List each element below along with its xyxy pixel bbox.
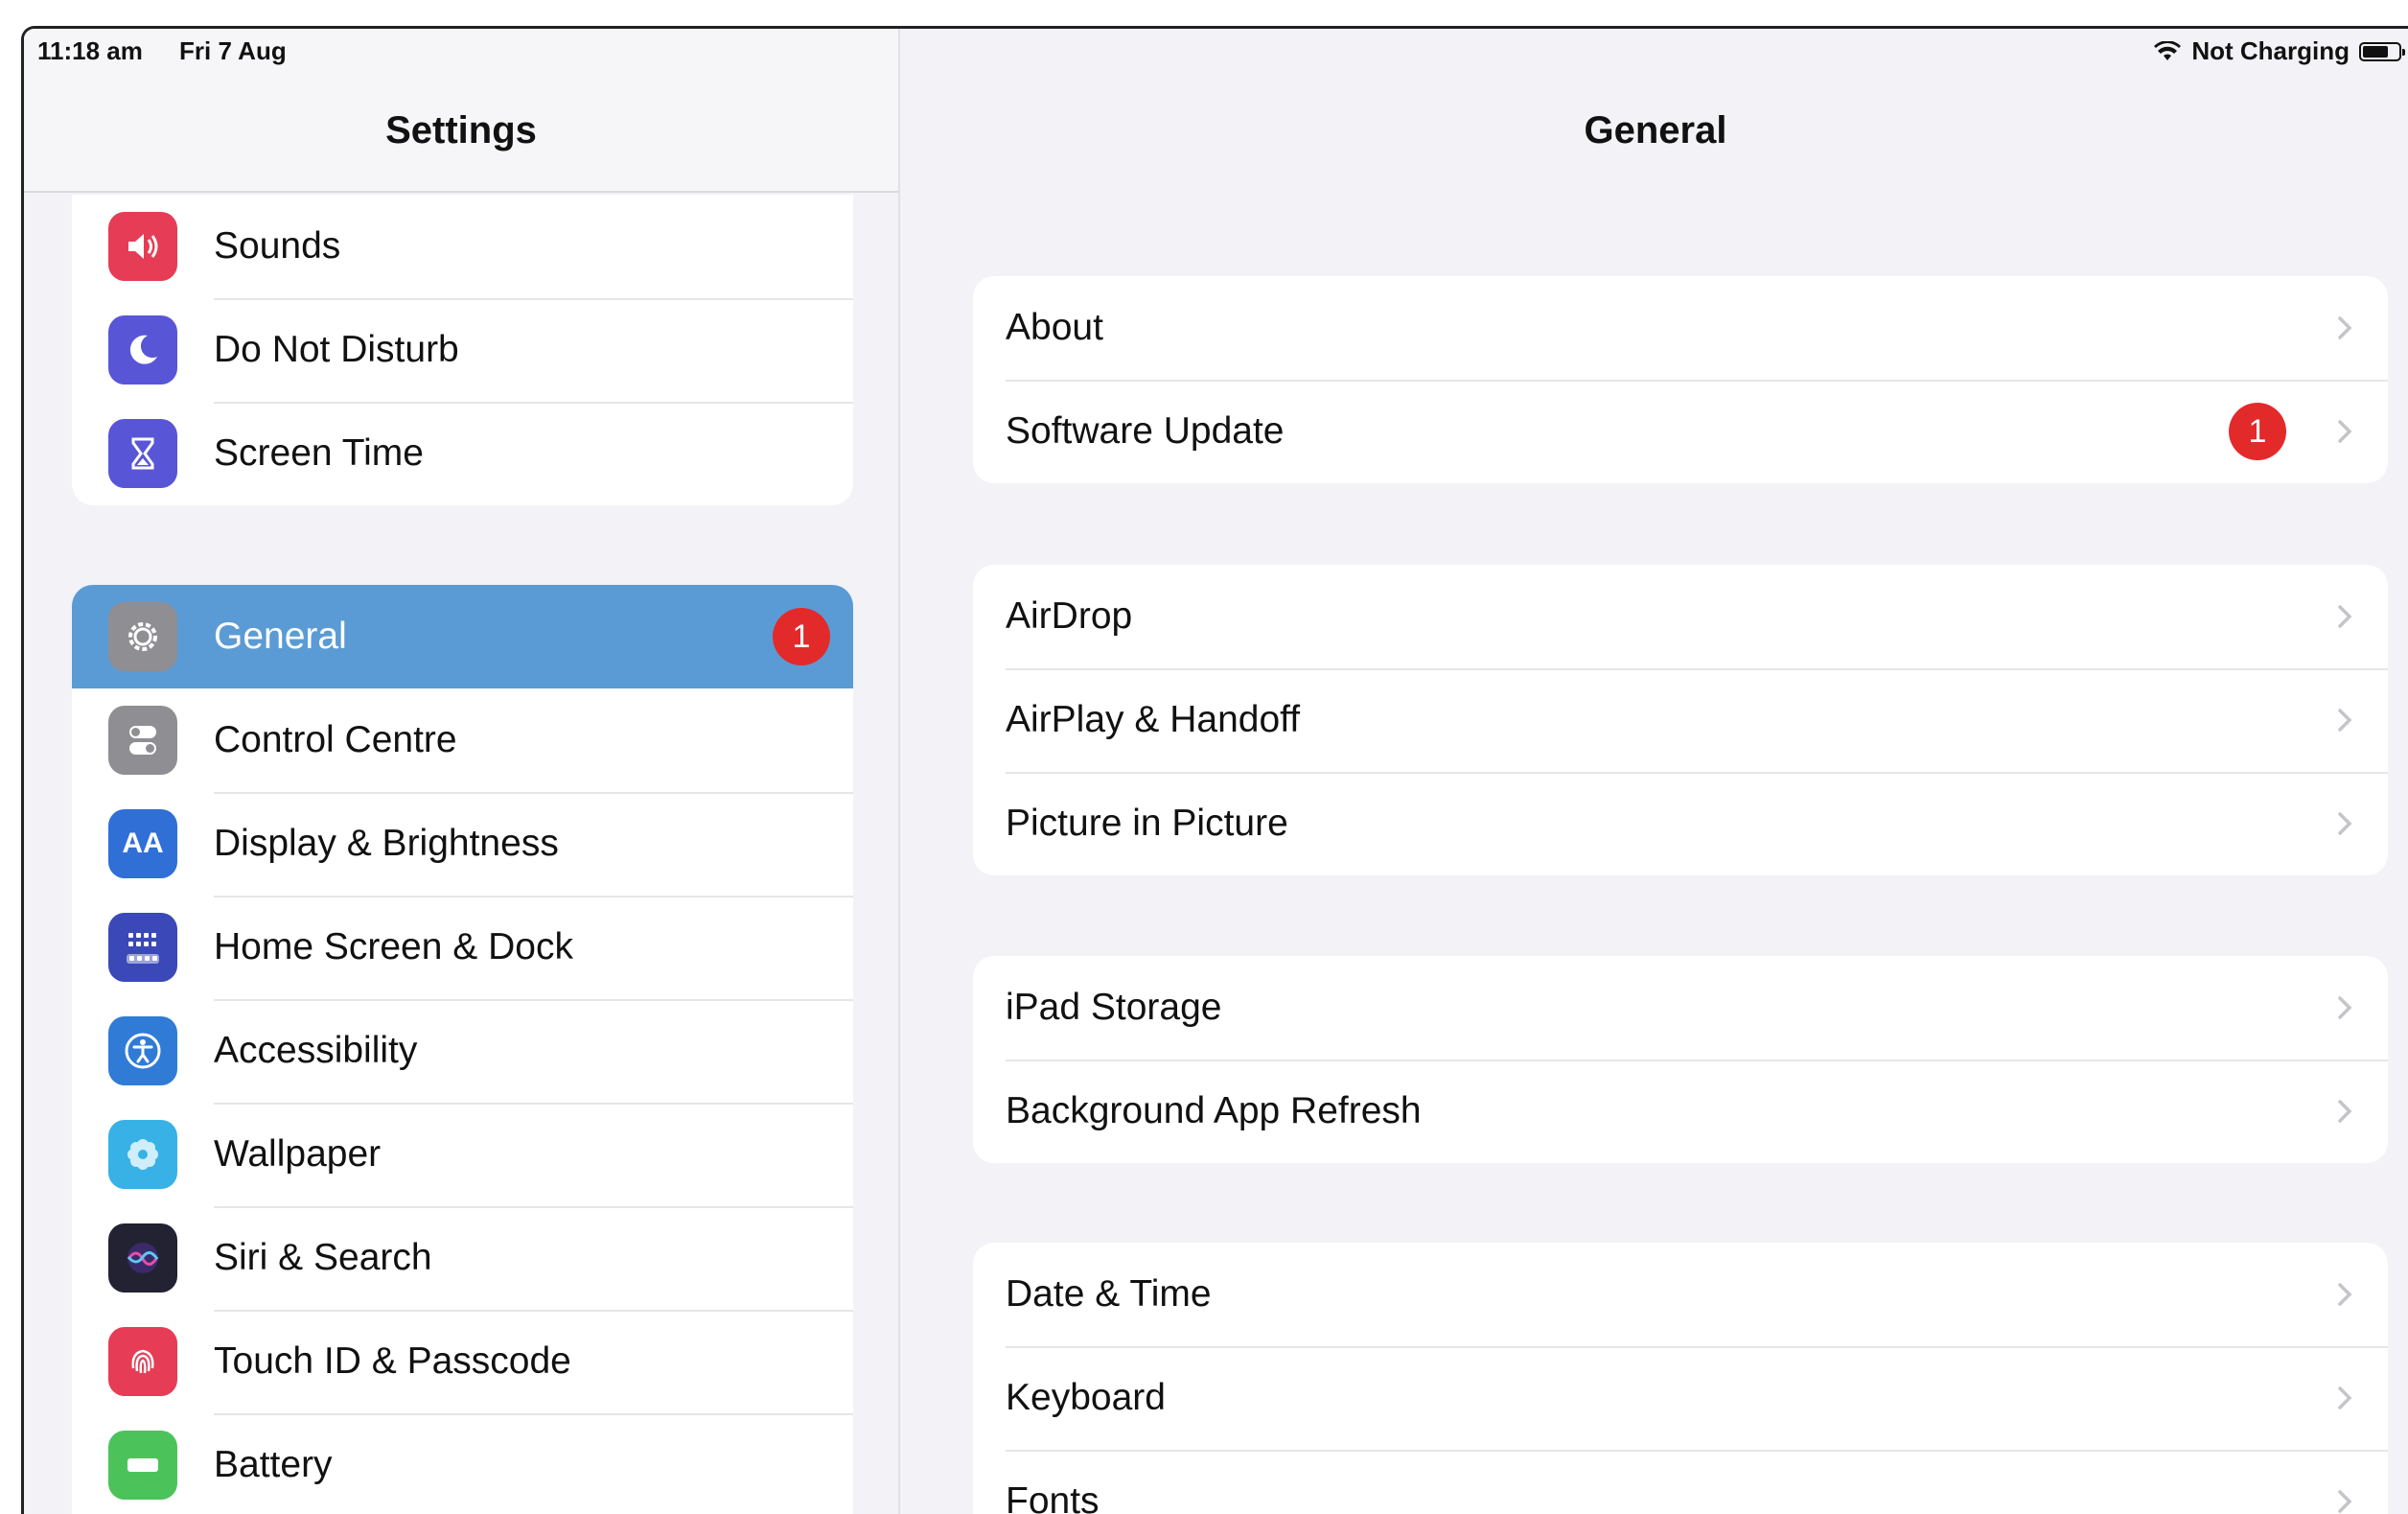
row-label: Fonts [1006, 1480, 1100, 1514]
sidebar-item-do-not-disturb[interactable]: Do Not Disturb [72, 298, 853, 402]
status-date: Fri 7 Aug [179, 36, 287, 65]
notification-badge: 1 [2229, 403, 2286, 460]
sidebar-item-label: Display & Brightness [214, 823, 559, 864]
sidebar-item-control-centre[interactable]: Control Centre [72, 688, 853, 792]
row-label: AirPlay & Handoff [1006, 699, 1301, 740]
row-label: Software Update [1006, 410, 1285, 452]
chevron-right-icon [2338, 1386, 2352, 1409]
sidebar-item-touch-id-passcode[interactable]: Touch ID & Passcode [72, 1310, 853, 1413]
grid-icon [108, 913, 177, 982]
row-label: About [1006, 307, 1103, 348]
sidebar-item-siri-search[interactable]: Siri & Search [72, 1206, 853, 1310]
picture-in-picture-row[interactable]: Picture in Picture [973, 772, 2388, 875]
chevron-right-icon [2338, 996, 2352, 1019]
wifi-icon [2154, 40, 2182, 60]
ipad-storage-row[interactable]: iPad Storage [973, 956, 2388, 1060]
sidebar-item-screen-time[interactable]: Screen Time [72, 402, 853, 505]
sidebar-item-label: Wallpaper [214, 1133, 382, 1175]
moon-icon [108, 315, 177, 384]
software-update-row[interactable]: Software Update 1 [973, 380, 2388, 483]
sidebar-item-display-brightness[interactable]: AA Display & Brightness [72, 792, 853, 896]
sidebar-group-1: Sounds Do Not Disturb Screen Time [72, 195, 853, 505]
sidebar-item-general[interactable]: General 1 [72, 585, 853, 688]
detail-title: General [1584, 109, 1727, 151]
sidebar-item-label: General [214, 616, 347, 657]
sidebar-item-home-screen-dock[interactable]: Home Screen & Dock [72, 896, 853, 999]
sidebar-item-label: Touch ID & Passcode [214, 1340, 571, 1382]
sidebar-item-label: Screen Time [214, 432, 424, 474]
date-time-row[interactable]: Date & Time [973, 1243, 2388, 1346]
sidebar-group-2: General 1 Control Centre AA Display & Br… [72, 585, 853, 1514]
about-row[interactable]: About [973, 276, 2388, 380]
detail-group-1: About Software Update 1 [973, 276, 2388, 483]
sidebar-item-label: Sounds [214, 225, 341, 267]
status-bar: 11:18 am Fri 7 Aug Not Charging [24, 29, 2408, 73]
settings-sidebar: Settings Sounds Do Not Disturb Screen Ti… [24, 29, 900, 1514]
ipad-screen: 11:18 am Fri 7 Aug Not Charging Settings… [21, 26, 2408, 1514]
sidebar-item-label: Accessibility [214, 1030, 418, 1071]
row-label: Picture in Picture [1006, 803, 1288, 844]
aa-icon: AA [108, 809, 177, 878]
flower-icon [108, 1120, 177, 1189]
row-label: Keyboard [1006, 1377, 1166, 1418]
sidebar-item-battery[interactable]: Battery [72, 1413, 853, 1514]
airdrop-row[interactable]: AirDrop [973, 565, 2388, 668]
toggles-icon [108, 706, 177, 775]
detail-group-2: AirDrop AirPlay & Handoff Picture in Pic… [973, 565, 2388, 875]
notification-badge: 1 [773, 608, 830, 665]
fingerprint-icon [108, 1327, 177, 1396]
sidebar-item-label: Control Centre [214, 719, 457, 760]
charging-status: Not Charging [2191, 36, 2350, 65]
fonts-row[interactable]: Fonts [973, 1450, 2388, 1514]
hourglass-icon [108, 419, 177, 488]
sidebar-item-label: Home Screen & Dock [214, 926, 573, 967]
status-right: Not Charging [2153, 36, 2405, 66]
sidebar-item-wallpaper[interactable]: Wallpaper [72, 1103, 853, 1206]
row-label: Date & Time [1006, 1273, 1212, 1315]
detail-group-4: Date & Time Keyboard Fonts [973, 1243, 2388, 1514]
chevron-right-icon [2338, 605, 2352, 628]
row-label: iPad Storage [1006, 987, 1222, 1028]
sidebar-item-label: Do Not Disturb [214, 329, 459, 370]
chevron-right-icon [2338, 1283, 2352, 1306]
detail-group-3: iPad Storage Background App Refresh [973, 956, 2388, 1163]
sidebar-item-label: Battery [214, 1444, 333, 1485]
battery-icon [108, 1431, 177, 1500]
keyboard-row[interactable]: Keyboard [973, 1346, 2388, 1450]
status-time: 11:18 am [37, 36, 143, 65]
sidebar-item-sounds[interactable]: Sounds [72, 195, 853, 298]
chevron-right-icon [2338, 1100, 2352, 1123]
gear-icon [108, 602, 177, 671]
sidebar-title: Settings [385, 109, 537, 151]
background-app-refresh-row[interactable]: Background App Refresh [973, 1060, 2388, 1163]
row-label: AirDrop [1006, 595, 1133, 637]
chevron-right-icon [2338, 316, 2352, 339]
row-label: Background App Refresh [1006, 1090, 1422, 1131]
siri-icon [108, 1223, 177, 1293]
chevron-right-icon [2338, 1490, 2352, 1513]
accessibility-icon [108, 1016, 177, 1085]
chevron-right-icon [2338, 812, 2352, 835]
airplay-handoff-row[interactable]: AirPlay & Handoff [973, 668, 2388, 772]
chevron-right-icon [2338, 420, 2352, 443]
sidebar-item-label: Siri & Search [214, 1237, 432, 1278]
chevron-right-icon [2338, 709, 2352, 732]
battery-level-icon [2359, 41, 2405, 61]
detail-pane: General About Software Update 1 AirDrop … [900, 29, 2408, 1514]
sidebar-item-accessibility[interactable]: Accessibility [72, 999, 853, 1103]
speaker-icon [108, 212, 177, 281]
